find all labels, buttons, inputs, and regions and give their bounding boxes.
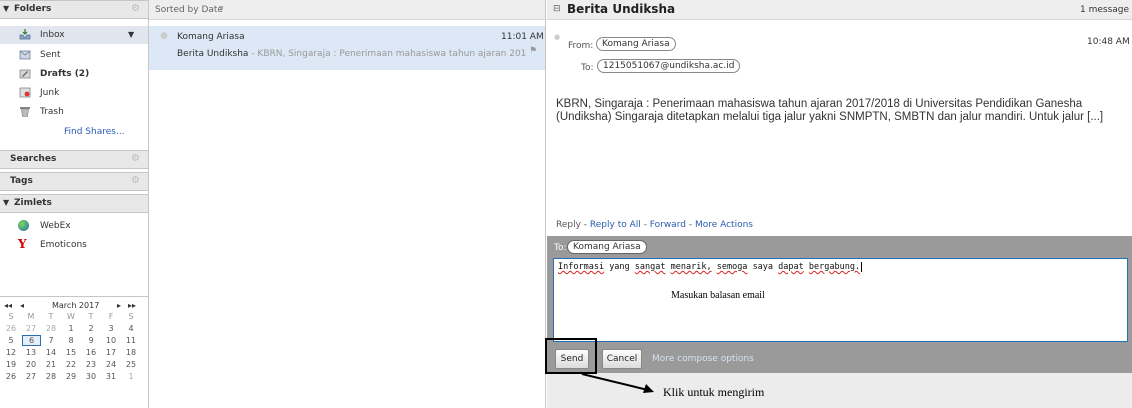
folder-trash[interactable]: Trash [0, 103, 148, 121]
more-actions-link[interactable]: More Actions [695, 220, 753, 230]
folder-junk[interactable]: Junk [0, 84, 148, 102]
calendar-week[interactable]: 5 6 7 8 9 10 11 [4, 335, 144, 348]
message-snippet: - KBRN, Singaraja : Penerimaan mahasiswa… [251, 49, 527, 59]
status-dot-icon: ● [160, 31, 168, 41]
annotation-arrow-icon [581, 373, 654, 393]
folder-label: Drafts (2) [40, 69, 90, 79]
reply-text: Informasi yang sangat menarik, semoga sa… [558, 262, 863, 272]
collapse-icon[interactable]: ⊟ [553, 4, 561, 14]
calendar-week[interactable]: 19 20 21 22 23 24 25 [4, 360, 144, 372]
message-from: Komang Ariasa [177, 32, 245, 42]
folder-label: Inbox [40, 30, 65, 40]
reply-all-link[interactable]: Reply to All [590, 220, 641, 230]
gear-icon[interactable]: ⚙ [131, 153, 140, 164]
to-address[interactable]: 1215051067@undiksha.ac.id [597, 59, 741, 73]
status-dot-icon: ● [554, 33, 561, 41]
annotation-highlight-box [545, 338, 597, 374]
annotation-send-hint: Klik untuk mengirim [663, 385, 765, 399]
calendar-week[interactable]: 12 13 14 15 16 17 18 [4, 348, 144, 360]
webex-icon [18, 220, 29, 231]
mini-calendar: ◂◂ ◂ March 2017 ▸ ▸▸ SMTWTFS 26 27 28 1 2 3 4 … [0, 296, 148, 408]
from-label: From: [568, 41, 594, 51]
folder-sent[interactable]: Sent [0, 46, 148, 64]
reading-pane: ⊟ Berita Undiksha 1 message ● From: Koma… [547, 0, 1132, 408]
searches-header[interactable]: Searches ⚙ [0, 150, 148, 169]
calendar-month: March 2017 [52, 301, 100, 310]
zimlets-header[interactable]: ▼ Zimlets [0, 194, 148, 213]
next-year-icon[interactable]: ▸▸ [128, 301, 136, 310]
trash-icon [20, 107, 30, 117]
forward-link[interactable]: Forward [650, 220, 686, 230]
calendar-week[interactable]: 26 27 28 29 30 31 1 [4, 372, 144, 384]
message-actions: Reply - Reply to All - Forward - More Ac… [556, 220, 753, 230]
calendar-today: 6 [22, 335, 41, 346]
sort-label[interactable]: Sorted by Date [155, 5, 223, 15]
gear-icon[interactable]: ⚙ [131, 3, 140, 14]
dropdown-icon[interactable]: ▼ [128, 30, 134, 39]
message-time: 11:01 AM [501, 32, 544, 42]
tags-header[interactable]: Tags ⚙ [0, 172, 148, 191]
message-time: 10:48 AM [1087, 37, 1130, 47]
folder-label: Trash [40, 107, 64, 117]
folder-label: Sent [40, 50, 61, 60]
find-shares-link[interactable]: Find Shares... [64, 127, 125, 137]
folder-inbox[interactable]: Inbox ▼ [0, 26, 148, 44]
gear-icon[interactable]: ⚙ [131, 175, 140, 186]
next-month-icon[interactable]: ▸ [117, 301, 121, 310]
message-subject: Berita Undiksha [177, 49, 249, 59]
zimlet-webex[interactable]: WebEx [0, 217, 148, 235]
sent-icon [19, 50, 31, 60]
to-label: To: [581, 63, 594, 73]
compose-to-recipient[interactable]: Komang Ariasa [567, 240, 647, 254]
calendar-weekdays: SMTWTFS [8, 312, 134, 321]
folder-label: Junk [40, 88, 60, 98]
conversation-title: Berita Undiksha [567, 2, 676, 16]
folder-drafts[interactable]: Drafts (2) [0, 65, 148, 83]
message-count: 1 message [1080, 5, 1130, 15]
folders-header[interactable]: ▼ Folders ⚙ [0, 0, 148, 19]
cancel-button[interactable]: Cancel [602, 349, 642, 369]
prev-year-icon[interactable]: ◂◂ [4, 301, 12, 310]
sort-icon[interactable]: ▿ [219, 4, 224, 14]
list-header[interactable]: Sorted by Date ▿ [149, 0, 545, 20]
compose-to-label: To: [554, 243, 567, 253]
annotation-reply-hint: Masukan balasan email [671, 290, 765, 301]
list-item[interactable]: ● Komang Ariasa 11:01 AM Berita Undiksha… [149, 26, 545, 70]
reply-link[interactable]: Reply [556, 220, 581, 230]
from-address[interactable]: Komang Ariasa [596, 37, 676, 51]
message-list-pane: Sorted by Date ▿ ● Komang Ariasa 11:01 A… [149, 0, 546, 408]
text-cursor [861, 262, 863, 272]
zimlet-emoticons[interactable]: Y Emoticons [0, 236, 148, 254]
reply-body-textarea[interactable]: Informasi yang sangat menarik, semoga sa… [553, 258, 1128, 342]
collapse-icon[interactable]: ▼ [3, 198, 9, 207]
junk-icon [19, 87, 31, 98]
flag-icon[interactable]: ⚑ [529, 46, 537, 56]
inbox-icon [19, 29, 31, 40]
drafts-icon [19, 69, 31, 79]
conversation-header: ⊟ Berita Undiksha 1 message [547, 0, 1132, 20]
message-subject-line: Berita Undiksha - KBRN, Singaraja : Pene… [177, 49, 527, 59]
prev-month-icon[interactable]: ◂ [20, 301, 24, 310]
more-compose-options-link[interactable]: More compose options [652, 354, 754, 364]
collapse-icon[interactable]: ▼ [3, 4, 9, 13]
left-pane: ▼ Folders ⚙ Inbox ▼ Sent Drafts (2) Junk… [0, 0, 149, 408]
yahoo-icon: Y [18, 237, 27, 251]
message-body: KBRN, Singaraja : Penerimaan mahasiswa t… [556, 98, 1104, 123]
